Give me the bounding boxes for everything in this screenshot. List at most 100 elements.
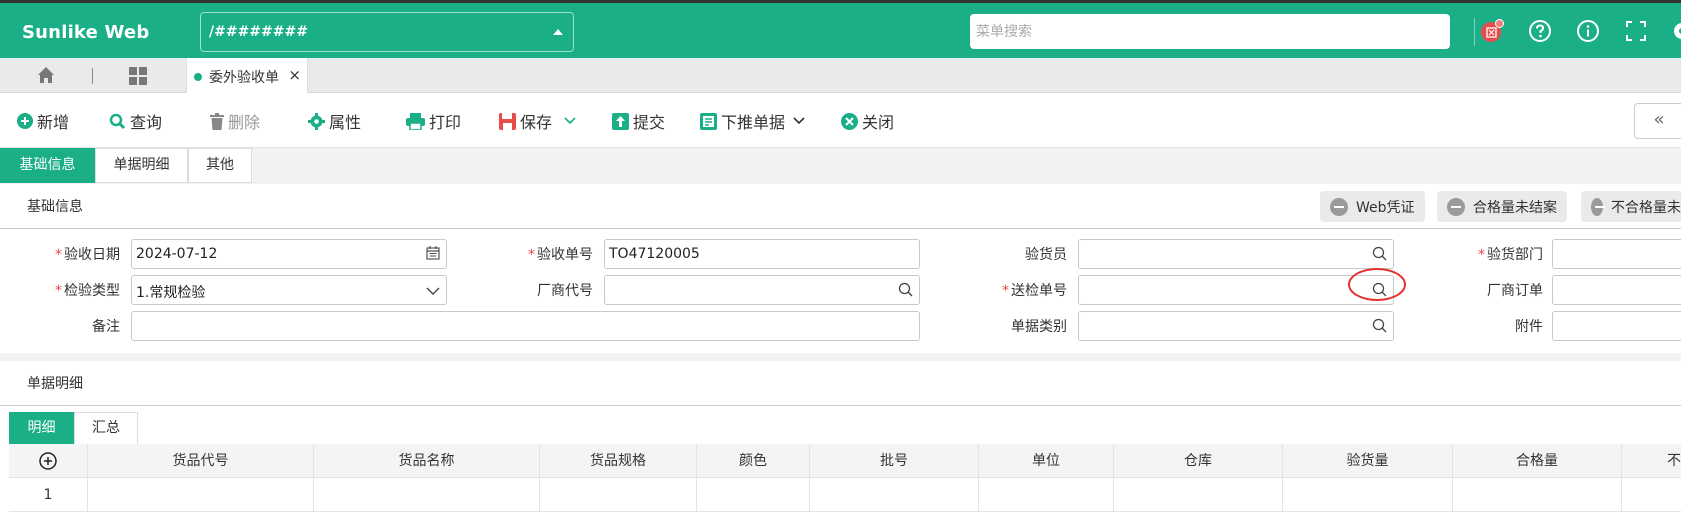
add-row-button[interactable]	[9, 444, 88, 478]
home-icon[interactable]	[36, 65, 56, 89]
column-header[interactable]: 单位	[979, 444, 1114, 478]
basic-info-header: 基础信息 Web凭证 合格量未结案 不合格量未	[0, 184, 1681, 229]
close-button[interactable]: 关闭	[841, 110, 894, 132]
table-cell[interactable]	[1622, 478, 1681, 512]
inspector-field[interactable]	[1078, 239, 1394, 269]
column-header[interactable]: 货品代号	[88, 444, 314, 478]
send-no-field[interactable]	[1078, 275, 1394, 305]
inspect-date-label: * 验收日期	[55, 247, 120, 263]
gear-icon[interactable]	[1670, 19, 1681, 43]
query-button[interactable]: 查询	[109, 110, 162, 132]
inspect-type-select[interactable]: 1.常规检验	[131, 275, 447, 305]
detail-header: 单据明细	[0, 361, 1681, 406]
detail-title: 单据明细	[27, 376, 83, 392]
toolbar: 新增 查询 删除 属性 打印 保存 提交 下推单据 关闭 «	[0, 93, 1681, 148]
close-circle-icon	[841, 112, 858, 130]
tab-doc-details[interactable]: 单据明细	[95, 148, 188, 183]
doc-type-field[interactable]	[1078, 311, 1394, 341]
column-header[interactable]: 验货量	[1283, 444, 1453, 478]
column-header[interactable]: 批号	[810, 444, 979, 478]
notification-icon[interactable]	[1480, 19, 1504, 43]
table-cell[interactable]	[979, 478, 1114, 512]
app-header: Sunlike Web /########	[0, 3, 1681, 58]
inspect-no-field[interactable]: TO47120005	[604, 239, 920, 269]
basic-info-form: * 验收日期 2024-07-12 * 验收单号 TO47120005 验货员 * 验…	[0, 229, 1681, 353]
table-row: 1	[9, 478, 1681, 512]
properties-label: 属性	[329, 113, 362, 132]
column-header[interactable]: 不	[1622, 444, 1681, 478]
column-header[interactable]: 货品规格	[540, 444, 697, 478]
table-cell[interactable]	[540, 478, 697, 512]
qualified-not-closed-button[interactable]: 合格量未结案	[1437, 191, 1567, 222]
chip-label: Web凭证	[1356, 199, 1415, 216]
chip-label: 不合格量未	[1611, 199, 1681, 216]
attach-field[interactable]	[1552, 311, 1681, 341]
tab-summary[interactable]: 汇总	[74, 412, 138, 445]
apps-grid-icon[interactable]	[128, 66, 148, 90]
submit-button[interactable]: 提交	[612, 110, 665, 132]
document-list-icon	[700, 112, 717, 130]
unqualified-not-closed-button[interactable]: 不合格量未	[1581, 191, 1681, 222]
column-header[interactable]: 货品名称	[314, 444, 540, 478]
delete-button[interactable]: 删除	[210, 110, 260, 132]
query-label: 查询	[130, 113, 163, 132]
attach-label: 附件	[1515, 319, 1543, 335]
tab-basic-info[interactable]: 基础信息	[0, 148, 95, 183]
save-icon	[499, 112, 516, 130]
plus-circle-icon	[39, 452, 57, 470]
search-icon[interactable]	[1372, 318, 1387, 333]
info-icon[interactable]	[1576, 19, 1600, 43]
push-down-button[interactable]: 下推单据	[700, 110, 809, 132]
search-icon	[109, 113, 126, 129]
vendor-order-field[interactable]	[1552, 275, 1681, 305]
fullscreen-icon[interactable]	[1624, 19, 1648, 43]
tab-other[interactable]: 其他	[188, 148, 252, 183]
chevron-down-icon	[793, 117, 805, 125]
plus-circle-icon	[17, 113, 33, 129]
printer-icon	[406, 112, 425, 130]
inspector-label: 验货员	[1025, 247, 1067, 263]
send-no-label: * 送检单号	[1002, 283, 1067, 299]
web-voucher-button[interactable]: Web凭证	[1320, 191, 1425, 222]
help-icon[interactable]	[1528, 19, 1552, 43]
collapse-panel-button[interactable]: «	[1634, 103, 1681, 139]
table-cell[interactable]	[1114, 478, 1283, 512]
project-select[interactable]: /########	[200, 12, 574, 52]
save-button[interactable]: 保存	[499, 110, 580, 132]
inspect-type-label: * 检验类型	[55, 283, 120, 299]
vendor-order-label: 厂商订单	[1487, 283, 1543, 299]
table-cell[interactable]	[1283, 478, 1453, 512]
close-tab-icon[interactable]: ×	[288, 66, 301, 84]
dept-label: * 验货部门	[1478, 247, 1543, 263]
section-title: 基础信息	[27, 199, 83, 215]
tab-detail[interactable]: 明细	[9, 412, 74, 445]
trash-icon	[210, 112, 224, 130]
tab-outsourced-inspection[interactable]: 委外验收单 ×	[186, 58, 308, 93]
column-header[interactable]: 合格量	[1453, 444, 1622, 478]
inspect-no-label: * 验收单号	[528, 247, 593, 263]
close-label: 关闭	[862, 113, 895, 132]
menu-search-input[interactable]	[970, 14, 1450, 49]
search-icon[interactable]	[1372, 246, 1387, 261]
properties-button[interactable]: 属性	[308, 110, 361, 132]
search-icon[interactable]	[898, 282, 913, 297]
table-cell[interactable]	[88, 478, 314, 512]
table-cell[interactable]	[314, 478, 540, 512]
table-cell[interactable]	[1453, 478, 1622, 512]
inspect-date-field[interactable]: 2024-07-12	[131, 239, 447, 269]
remark-field[interactable]	[131, 311, 920, 341]
column-header[interactable]: 仓库	[1114, 444, 1283, 478]
brand-logo: Sunlike Web	[22, 22, 150, 43]
chip-label: 合格量未结案	[1473, 199, 1557, 216]
calendar-icon[interactable]	[426, 246, 440, 260]
tab-label: 委外验收单	[209, 70, 279, 86]
table-cell[interactable]	[697, 478, 810, 512]
vendor-code-field[interactable]	[604, 275, 920, 305]
column-header[interactable]: 颜色	[697, 444, 810, 478]
print-button[interactable]: 打印	[406, 110, 461, 132]
project-select-value: /########	[209, 24, 308, 40]
add-button[interactable]: 新增	[17, 110, 69, 132]
table-cell[interactable]	[810, 478, 979, 512]
dept-field[interactable]	[1552, 239, 1681, 269]
minus-circle-icon	[1591, 197, 1605, 216]
